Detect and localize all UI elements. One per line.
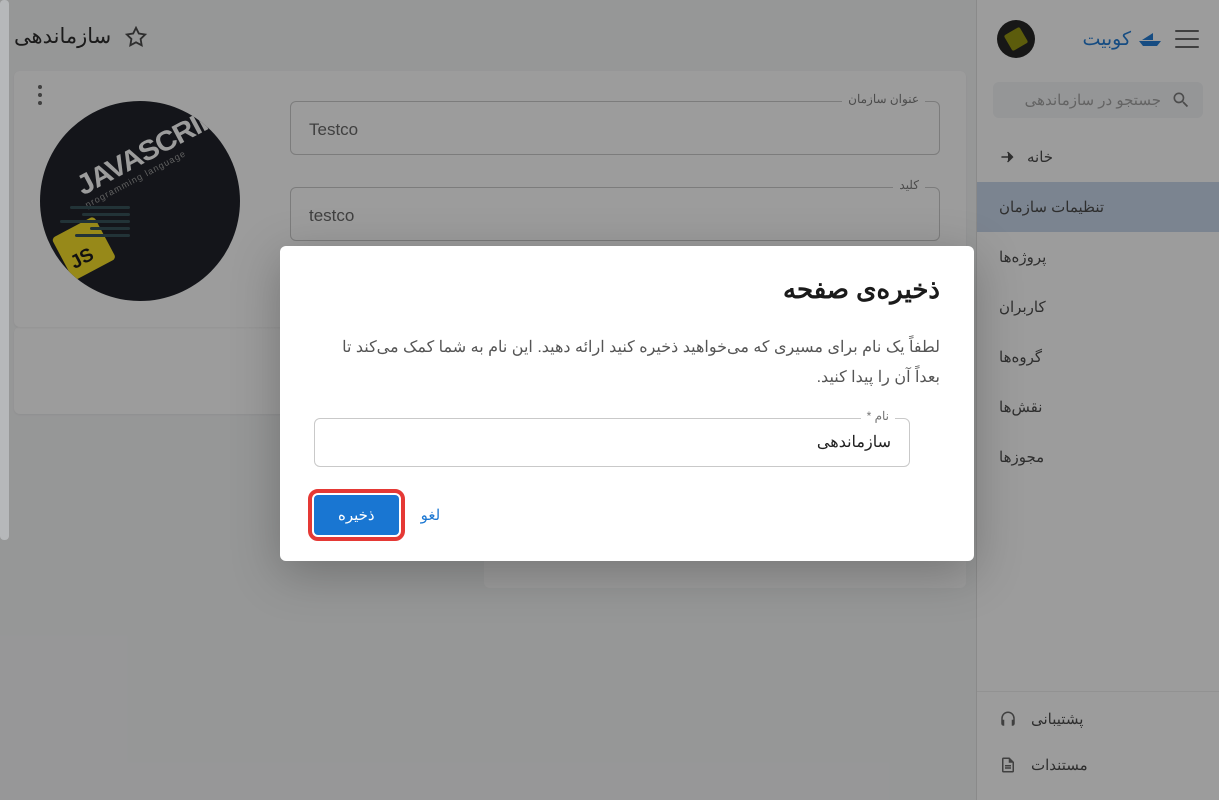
field-label: نام * <box>861 409 895 423</box>
dialog-title: ذخیره‌ی صفحه <box>314 274 940 305</box>
save-button[interactable]: ذخیره <box>314 495 399 535</box>
dialog-actions: ذخیره لغو <box>314 495 940 535</box>
name-field[interactable]: نام * <box>314 418 910 467</box>
cancel-button[interactable]: لغو <box>421 506 441 524</box>
name-input[interactable] <box>333 433 891 451</box>
dialog-description: لطفاً یک نام برای مسیری که می‌خواهید ذخی… <box>314 333 940 394</box>
save-page-dialog: ذخیره‌ی صفحه لطفاً یک نام برای مسیری که … <box>280 246 974 561</box>
